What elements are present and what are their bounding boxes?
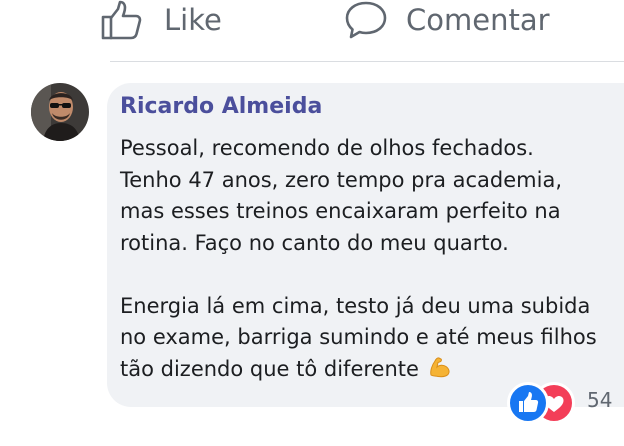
flexed-biceps-emoji-icon (428, 355, 452, 389)
thumbs-up-icon (100, 0, 142, 40)
comment-line: mas esses treinos encaixaram perfeito na (120, 199, 561, 223)
comment-line: Energia lá em cima, testo já deu uma sub… (120, 293, 591, 318)
comment-line: Tenho 47 anos, zero tempo pra academia, (120, 167, 563, 192)
reactions-summary[interactable]: 54 (507, 380, 617, 424)
comment-line-text: tão dizendo que tô diferente (120, 356, 419, 381)
comment-label: Comentar (406, 3, 550, 37)
like-label: Like (164, 3, 222, 37)
like-button[interactable]: Like (100, 0, 222, 40)
comment-author[interactable]: Ricardo Almeida (120, 94, 322, 119)
like-reaction-icon (507, 382, 549, 424)
speech-bubble-icon (344, 0, 388, 40)
post-action-bar: Like Comentar (0, 0, 624, 62)
comment-section: Like Comentar Ricardo Almeida Pessoal, r… (0, 0, 624, 446)
comment-text: Pessoal, recomendo de olhos fechados. Te… (120, 133, 610, 388)
comment-button[interactable]: Comentar (344, 0, 550, 40)
reaction-count: 54 (587, 388, 613, 412)
divider (110, 61, 624, 62)
comment-line: Pessoal, recomendo de olhos fechados. (120, 136, 534, 160)
comment-line: no exame, barriga sumindo e até meus fil… (120, 325, 597, 349)
avatar[interactable] (31, 83, 89, 141)
comment-line: rotina. Faço no canto do meu quarto. (120, 230, 509, 255)
